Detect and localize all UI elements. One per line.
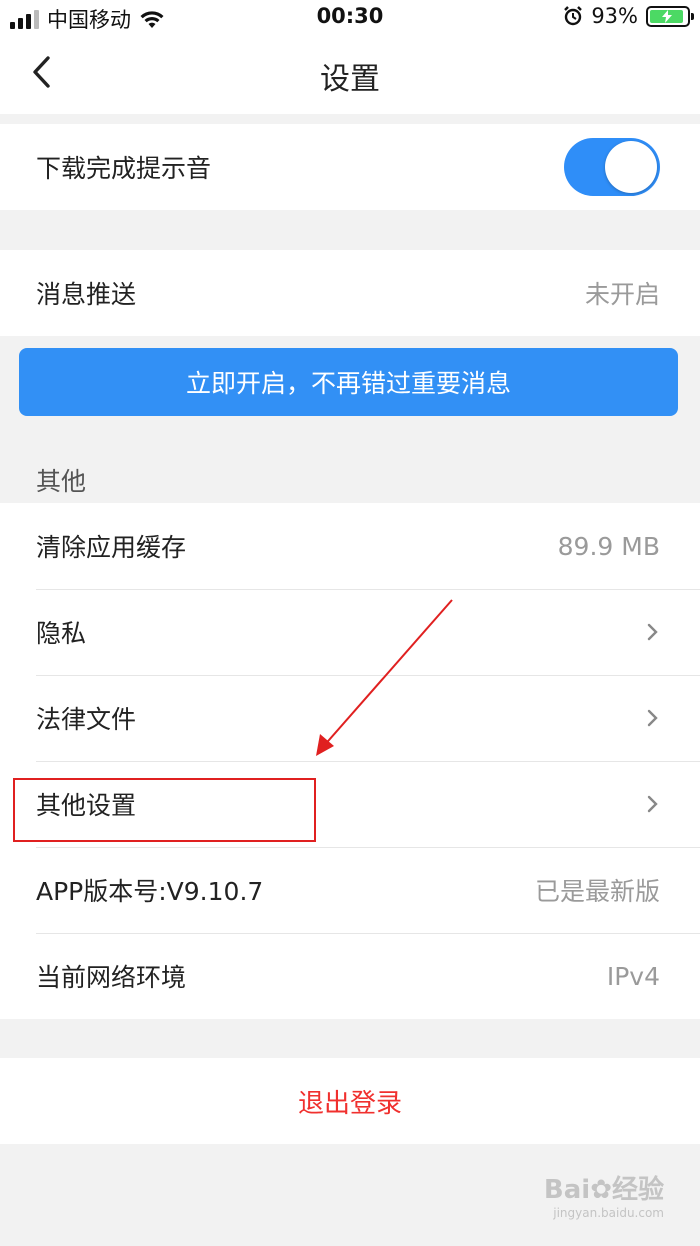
network-label: 当前网络环境: [36, 963, 187, 992]
chevron-right-icon: [647, 709, 658, 727]
status-right: 93%: [563, 4, 694, 28]
toggle-knob: [605, 141, 657, 193]
annotation-arrow-icon: [316, 599, 453, 756]
push-label: 消息推送: [36, 280, 137, 309]
battery-fill: [650, 9, 684, 23]
logout-button[interactable]: 退出登录: [0, 1058, 700, 1144]
status-bar: 中国移动 00:30 93%: [0, 0, 700, 34]
version-status: 已是最新版: [534, 877, 660, 906]
download-section: 下载完成提示音: [0, 124, 700, 210]
push-row[interactable]: 消息推送 未开启: [0, 250, 700, 336]
watermark-brand2: 经验: [611, 1175, 664, 1205]
push-section: 消息推送 未开启: [0, 250, 700, 336]
cache-size: 89.9 MB: [557, 531, 660, 561]
alarm-icon: [564, 6, 583, 26]
battery-icon: [646, 5, 694, 27]
download-sound-row: 下载完成提示音: [0, 124, 700, 210]
push-status: 未开启: [584, 280, 660, 309]
baidu-jingyan-watermark: Bai✿经验 jingyan.baidu.com: [544, 1169, 664, 1220]
network-value: IPv4: [606, 961, 660, 991]
privacy-label: 隐私: [36, 619, 87, 648]
clear-cache-row[interactable]: 清除应用缓存 89.9 MB: [0, 503, 700, 589]
other-section-header: 其他: [36, 467, 87, 496]
download-sound-label: 下载完成提示音: [36, 154, 212, 183]
clear-cache-label: 清除应用缓存: [36, 533, 187, 562]
app-version-label: APP版本号:V9.10.7: [36, 877, 264, 906]
charging-bolt-icon: [661, 9, 672, 23]
chevron-right-icon: [647, 795, 658, 813]
enable-push-button[interactable]: 立即开启，不再错过重要消息: [19, 348, 678, 416]
watermark-brand: Bai: [543, 1175, 591, 1205]
watermark-url: jingyan.baidu.com: [553, 1206, 664, 1220]
chevron-right-icon: [647, 623, 658, 641]
battery-percent: 93%: [591, 4, 638, 28]
network-row: 当前网络环境 IPv4: [0, 933, 700, 1019]
paw-icon: ✿: [590, 1175, 612, 1205]
download-sound-toggle[interactable]: [564, 138, 660, 196]
nav-bar: 设置: [0, 34, 700, 114]
highlight-box: [13, 778, 316, 842]
legal-label: 法律文件: [36, 705, 137, 734]
app-version-row[interactable]: APP版本号:V9.10.7 已是最新版: [0, 847, 700, 933]
page-title: 设置: [320, 62, 380, 97]
